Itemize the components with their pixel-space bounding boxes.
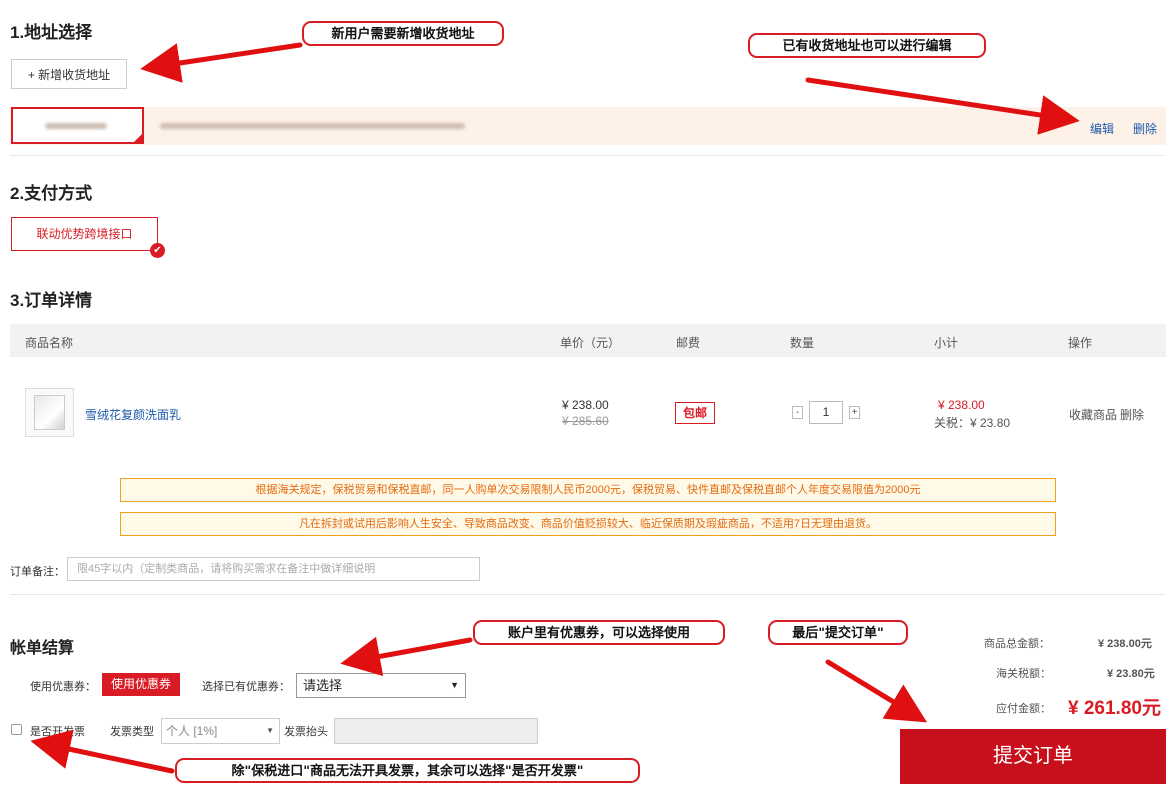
use-coupon-button[interactable]: 使用优惠券 bbox=[102, 673, 180, 696]
divider bbox=[10, 155, 1165, 156]
col-quantity: 数量 bbox=[790, 336, 815, 350]
edit-address-link[interactable]: 编辑 bbox=[1090, 120, 1114, 137]
payment-option-label: 联动优势跨境接口 bbox=[36, 227, 133, 241]
invoice-type-label: 发票类型 bbox=[110, 726, 154, 738]
invoice-checkbox-label: 是否开发票 bbox=[30, 726, 85, 738]
dropdown-arrow-icon: ▼ bbox=[450, 680, 459, 690]
coupon-label: 使用优惠券： bbox=[30, 681, 96, 693]
tax-total-label: 海关税额： bbox=[996, 668, 1051, 680]
arrow-to-coupon-select bbox=[340, 636, 473, 677]
subtotal-amount: ¥ 238.00 bbox=[938, 398, 985, 412]
callout-new-user: 新用户需要新增收货地址 bbox=[302, 21, 504, 46]
invoice-title-input[interactable] bbox=[334, 718, 538, 744]
arrow-to-add-address bbox=[140, 42, 303, 83]
invoice-type-value: 个人 [1%] bbox=[166, 724, 218, 738]
unit-price: ¥ 238.00 bbox=[562, 398, 609, 412]
address-section-title: 1.地址选择 bbox=[10, 23, 93, 42]
payment-option[interactable]: 联动优势跨境接口 ✔ bbox=[11, 217, 165, 258]
customs-notice: 根据海关规定，保税贸易和保税直邮，同一人购单次交易限制人民币2000元，保税贸易… bbox=[120, 478, 1056, 502]
coupon-select[interactable]: 请选择 ▼ bbox=[296, 673, 466, 698]
address-card-selected[interactable] bbox=[11, 107, 144, 144]
submit-order-button[interactable]: 提交订单 bbox=[900, 729, 1166, 784]
tax-total-value: ¥ 23.80元 bbox=[1107, 668, 1155, 680]
remove-product-link[interactable]: 删除 bbox=[1120, 406, 1144, 423]
delete-address-link[interactable]: 删除 bbox=[1133, 120, 1157, 137]
arrow-to-invoice bbox=[30, 729, 175, 774]
existing-coupon-label: 选择已有优惠券： bbox=[202, 681, 290, 693]
order-section-title: 3.订单详情 bbox=[10, 291, 93, 310]
invoice-title-label: 发票抬头 bbox=[284, 726, 328, 738]
col-product: 商品名称 bbox=[25, 336, 74, 350]
callout-coupon: 账户里有优惠券，可以选择使用 bbox=[473, 620, 725, 645]
arrow-to-submit bbox=[825, 659, 928, 723]
tariff-amount: 关税：¥ 23.80 bbox=[934, 416, 1011, 430]
goods-total-label: 商品总金额： bbox=[984, 638, 1050, 650]
col-subtotal: 小计 bbox=[934, 336, 959, 350]
checkmark-icon: ✔ bbox=[150, 243, 165, 258]
address-detail-blurred bbox=[160, 123, 465, 129]
coupon-select-value: 请选择 bbox=[303, 678, 343, 693]
address-name-blurred bbox=[45, 123, 107, 129]
original-price: ¥ 285.60 bbox=[562, 414, 609, 428]
add-address-button[interactable]: + 新增收货地址 bbox=[11, 59, 127, 89]
invoice-checkbox[interactable] bbox=[11, 724, 22, 735]
order-table-header: 商品名称 单价（元） 邮费 数量 小计 操作 bbox=[10, 324, 1166, 357]
remark-label: 订单备注： bbox=[10, 566, 65, 578]
divider bbox=[10, 594, 1165, 595]
bill-section-title: 帐单结算 bbox=[10, 640, 75, 657]
return-policy-notice: 凡在拆封或试用后影响人生安全、导致商品改变、商品价值贬损较大、临近保质期及瑕疵商… bbox=[120, 512, 1056, 536]
col-actions: 操作 bbox=[1068, 336, 1093, 350]
favorite-product-link[interactable]: 收藏商品 bbox=[1069, 406, 1117, 423]
remark-textarea[interactable]: 限45字以内（定制类商品，请将购买需求在备注中做详细说明 bbox=[67, 557, 480, 581]
product-image[interactable] bbox=[25, 388, 74, 437]
goods-total-value: ¥ 238.00元 bbox=[1098, 638, 1152, 650]
payable-value: ¥ 261.80元 bbox=[1068, 698, 1161, 719]
invoice-type-select[interactable]: 个人 [1%] ▼ bbox=[161, 718, 280, 744]
col-shipping: 邮费 bbox=[676, 336, 701, 350]
callout-invoice: 除"保税进口"商品无法开具发票，其余可以选择"是否开发票" bbox=[175, 758, 640, 783]
col-unit-price: 单价（元） bbox=[560, 336, 621, 350]
payment-section-title: 2.支付方式 bbox=[10, 184, 93, 203]
callout-edit-existing: 已有收货地址也可以进行编辑 bbox=[748, 33, 986, 58]
dropdown-arrow-icon: ▼ bbox=[266, 726, 274, 735]
free-shipping-badge: 包邮 bbox=[675, 402, 715, 424]
callout-submit: 最后"提交订单" bbox=[768, 620, 908, 645]
qty-plus-button[interactable]: + bbox=[849, 406, 860, 419]
payable-label: 应付金额： bbox=[996, 703, 1051, 715]
quantity-input[interactable]: 1 bbox=[809, 401, 843, 424]
selected-corner-icon bbox=[133, 133, 143, 143]
product-name-link[interactable]: 雪绒花复颜洗面乳 bbox=[85, 406, 181, 423]
qty-minus-button[interactable]: - bbox=[792, 406, 803, 419]
